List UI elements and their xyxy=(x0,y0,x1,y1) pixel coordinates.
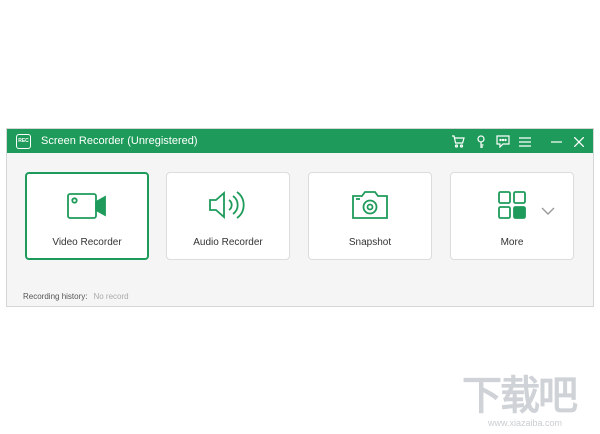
history-label: Recording history: xyxy=(23,292,88,301)
chat-icon[interactable] xyxy=(494,133,511,150)
more-label: More xyxy=(500,237,524,248)
history-value: No record xyxy=(93,292,129,301)
video-recorder-label: Video Recorder xyxy=(52,237,122,248)
video-recorder-tile[interactable]: Video Recorder xyxy=(25,172,149,260)
title-bar[interactable]: REC Screen Recorder (Unregistered) xyxy=(7,129,593,153)
camera-icon xyxy=(309,187,431,223)
audio-recorder-label: Audio Recorder xyxy=(193,237,263,248)
menu-icon[interactable] xyxy=(516,133,533,150)
chevron-down-icon[interactable] xyxy=(541,203,555,215)
speaker-icon xyxy=(167,187,289,223)
more-tile[interactable]: More xyxy=(450,172,574,260)
snapshot-label: Snapshot xyxy=(348,237,392,248)
watermark-logo: 下载吧 xyxy=(462,374,578,418)
minimize-icon[interactable] xyxy=(548,133,565,150)
app-logo: REC xyxy=(16,134,31,149)
app-window: REC Screen Recorder (Unregistered) Video… xyxy=(6,128,594,307)
recording-history: Recording history: No record xyxy=(23,292,129,301)
snapshot-tile[interactable]: Snapshot xyxy=(308,172,432,260)
window-title: Screen Recorder (Unregistered) xyxy=(41,135,198,147)
audio-recorder-tile[interactable]: Audio Recorder xyxy=(166,172,290,260)
close-icon[interactable] xyxy=(570,133,587,150)
key-icon[interactable] xyxy=(472,133,489,150)
watermark-url: www.xiazaiba.com xyxy=(488,418,563,428)
video-camera-icon xyxy=(27,188,147,224)
cart-icon[interactable] xyxy=(449,133,466,150)
